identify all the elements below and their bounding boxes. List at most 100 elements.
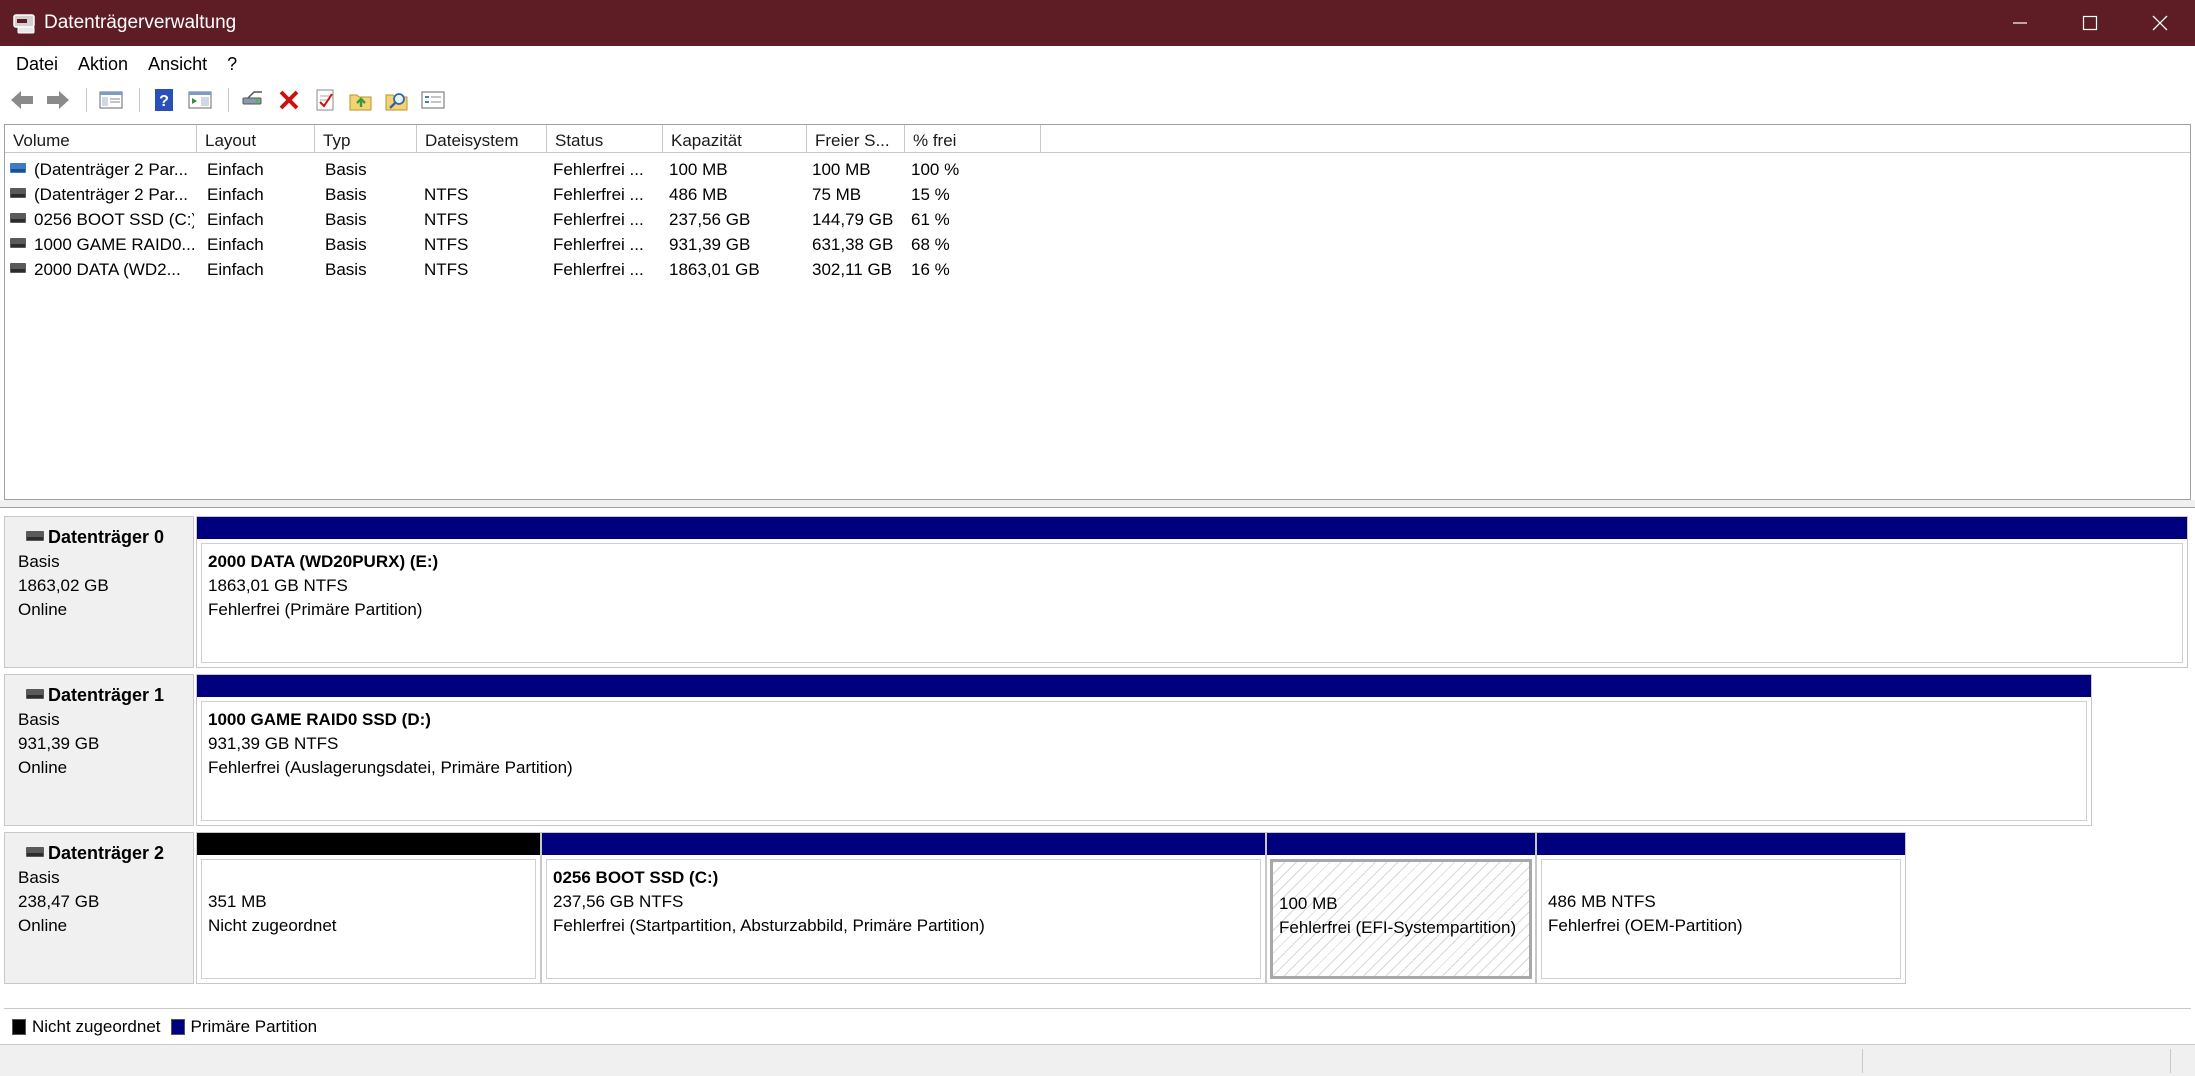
column-header-capacity[interactable]: Kapazität <box>663 125 807 153</box>
search-folder-icon <box>385 93 408 111</box>
menu-ansicht[interactable]: Ansicht <box>138 50 217 79</box>
volume-type: Basis <box>325 185 367 204</box>
partition-name <box>1279 868 1529 892</box>
properties-button[interactable] <box>184 85 216 115</box>
column-header-type[interactable]: Typ <box>315 125 417 153</box>
window-title: Datenträgerverwaltung <box>44 12 237 33</box>
help-button[interactable]: ? <box>148 85 180 115</box>
pane-splitter[interactable] <box>0 500 2195 508</box>
search-folder-button[interactable] <box>381 85 413 115</box>
volume-row[interactable]: (Datenträger 2 Par... Einfach Basis NTFS… <box>5 182 2190 207</box>
volume-name: 1000 GAME RAID0... <box>34 235 194 254</box>
disk-size: 1863,02 GB <box>18 576 109 595</box>
disk-size: 238,47 GB <box>18 892 100 911</box>
properties-icon <box>188 91 212 109</box>
column-header-volume[interactable]: Volume <box>5 125 197 153</box>
volume-row[interactable]: 2000 DATA (WD2... Einfach Basis NTFS Feh… <box>5 257 2190 282</box>
volume-capacity: 100 MB <box>669 160 728 179</box>
partition-status: Fehlerfrei (Auslagerungsdatei, Primäre P… <box>208 758 573 777</box>
disk-2-label[interactable]: Datenträger 2 Basis 238,47 GB Online <box>4 832 194 984</box>
volume-percent-free: 100 % <box>911 160 960 179</box>
volume-percent-free: 68 % <box>911 235 950 254</box>
details-button[interactable] <box>417 85 449 115</box>
folder-up-button[interactable] <box>345 85 377 115</box>
partition-size: 931,39 GB NTFS <box>208 734 339 753</box>
forward-button[interactable] <box>42 85 74 115</box>
partition-block[interactable]: 1000 GAME RAID0 SSD (D:) 931,39 GB NTFS … <box>196 674 2092 826</box>
partition-status: Nicht zugeordnet <box>208 916 337 935</box>
volume-row[interactable]: 0256 BOOT SSD (C:) Einfach Basis NTFS Fe… <box>5 207 2190 232</box>
volume-icon <box>10 188 26 198</box>
primary-partition-bar <box>542 833 1265 855</box>
volume-layout: Einfach <box>207 160 264 179</box>
primary-partition-bar <box>1267 833 1535 855</box>
delete-button[interactable] <box>273 85 305 115</box>
column-header-free-space[interactable]: Freier S... <box>807 125 905 153</box>
volume-name: (Datenträger 2 Par... <box>34 160 189 179</box>
column-header-filesystem[interactable]: Dateisystem <box>417 125 547 153</box>
partition-status: Fehlerfrei (OEM-Partition) <box>1548 916 1743 935</box>
partition-size: 237,56 GB NTFS <box>553 892 684 911</box>
volume-status: Fehlerfrei ... <box>553 160 644 179</box>
close-button[interactable] <box>2125 0 2195 46</box>
volume-row[interactable]: (Datenträger 2 Par... Einfach Basis Fehl… <box>5 157 2190 182</box>
menu-aktion[interactable]: Aktion <box>68 50 138 79</box>
toolbar: ? <box>0 82 2195 118</box>
disk-icon <box>26 847 44 857</box>
volume-name: 0256 BOOT SSD (C:) <box>34 210 194 229</box>
partition-block[interactable]: 2000 DATA (WD20PURX) (E:) 1863,01 GB NTF… <box>196 516 2188 668</box>
partition-block[interactable]: 351 MB Nicht zugeordnet <box>196 832 541 984</box>
legend-unallocated-swatch <box>12 1018 26 1035</box>
partition-size: 486 MB NTFS <box>1548 892 1656 911</box>
primary-partition-bar <box>197 675 2091 697</box>
back-button[interactable] <box>6 85 38 115</box>
volume-layout: Einfach <box>207 260 264 279</box>
volume-list[interactable]: Volume Layout Typ Dateisystem Status Kap… <box>4 124 2191 500</box>
console-tree-button[interactable] <box>95 85 127 115</box>
partition-block-selected[interactable]: 100 MB Fehlerfrei (EFI-Systempartition) <box>1266 832 1536 984</box>
disk-0-label[interactable]: Datenträger 0 Basis 1863,02 GB Online <box>4 516 194 668</box>
console-tree-icon <box>99 91 123 109</box>
partition-name: 0256 BOOT SSD (C:) <box>553 868 719 887</box>
disk-icon <box>26 689 44 699</box>
volume-layout: Einfach <box>207 235 264 254</box>
partition-name <box>208 866 535 890</box>
disk-1-label[interactable]: Datenträger 1 Basis 931,39 GB Online <box>4 674 194 826</box>
column-header-percent-free[interactable]: % frei <box>905 125 1041 153</box>
connect-disk-button[interactable] <box>237 85 269 115</box>
column-header-layout[interactable]: Layout <box>197 125 315 153</box>
volume-list-header: Volume Layout Typ Dateisystem Status Kap… <box>5 125 2190 153</box>
disk-name: Datenträger 2 <box>48 843 165 863</box>
volume-free-space: 302,11 GB <box>812 260 893 279</box>
minimize-button[interactable] <box>1985 0 2055 46</box>
unallocated-bar <box>197 833 540 855</box>
status-divider <box>2170 1049 2171 1073</box>
maximize-button[interactable] <box>2055 0 2125 46</box>
disk-size: 931,39 GB <box>18 734 100 753</box>
volume-free-space: 631,38 GB <box>812 235 894 254</box>
column-header-status[interactable]: Status <box>547 125 663 153</box>
partition-block[interactable]: 486 MB NTFS Fehlerfrei (OEM-Partition) <box>1536 832 1906 984</box>
disk-name: Datenträger 0 <box>48 527 165 547</box>
volume-row[interactable]: 1000 GAME RAID0... Einfach Basis NTFS Fe… <box>5 232 2190 257</box>
status-divider <box>1862 1049 1863 1073</box>
forward-icon <box>47 91 69 109</box>
disk-type: Basis <box>18 710 60 729</box>
toolbar-separator <box>228 88 229 112</box>
folder-up-icon <box>349 94 372 111</box>
volume-capacity: 486 MB <box>669 185 728 204</box>
minimize-icon <box>2013 22 2027 24</box>
volume-filesystem: NTFS <box>424 210 469 229</box>
checklist-button[interactable] <box>309 85 341 115</box>
menu-datei[interactable]: Datei <box>6 50 68 79</box>
disk-state: Online <box>18 758 68 777</box>
volume-type: Basis <box>325 260 367 279</box>
menu-bar: Datei Aktion Ansicht ? <box>0 46 2195 82</box>
partition-size: 1863,01 GB NTFS <box>208 576 348 595</box>
volume-icon <box>10 163 26 173</box>
partition-block[interactable]: 0256 BOOT SSD (C:) 237,56 GB NTFS Fehler… <box>541 832 1266 984</box>
volume-free-space: 75 MB <box>812 185 862 204</box>
menu-help[interactable]: ? <box>217 50 247 79</box>
volume-capacity: 931,39 GB <box>669 235 751 254</box>
close-icon <box>2152 15 2168 31</box>
